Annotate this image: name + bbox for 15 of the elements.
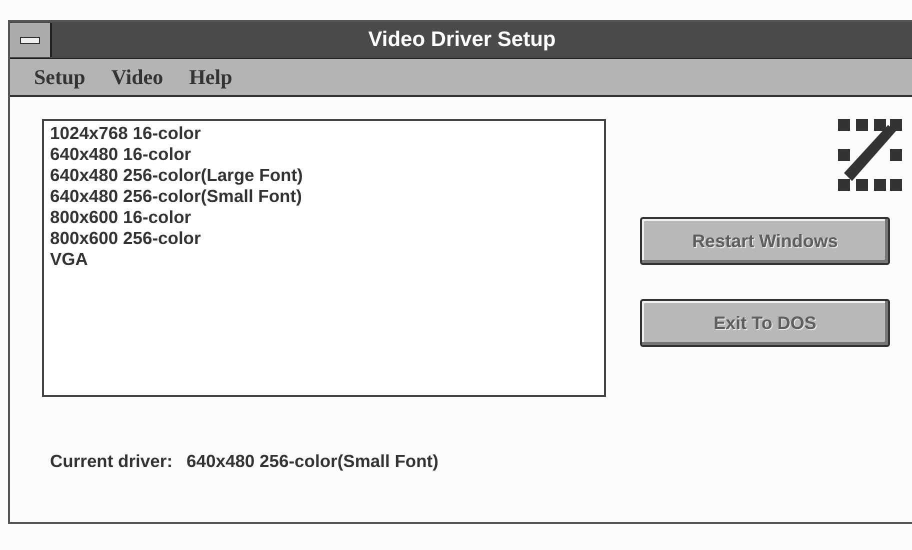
system-menu-button[interactable] bbox=[10, 23, 52, 57]
list-item[interactable]: 640x480 256-color(Small Font) bbox=[48, 186, 304, 207]
menu-item[interactable]: Video bbox=[111, 64, 164, 90]
window-title: Video Driver Setup bbox=[367, 28, 557, 52]
list-item[interactable]: 1024x768 16-color bbox=[48, 123, 203, 144]
current-driver-label: Current driver: bbox=[50, 451, 173, 472]
list-item[interactable]: VGA bbox=[48, 249, 90, 270]
current-driver-value: 640x480 256-color(Small Font) bbox=[186, 451, 438, 472]
logo-icon bbox=[838, 119, 902, 191]
list-item[interactable]: 640x480 256-color(Large Font) bbox=[48, 165, 305, 186]
list-item[interactable]: 640x480 16-color bbox=[48, 144, 194, 165]
list-item[interactable]: 800x600 256-color bbox=[48, 228, 203, 249]
menu-item[interactable]: Setup bbox=[34, 64, 86, 90]
menu-item[interactable]: Help bbox=[189, 64, 232, 90]
list-item[interactable]: 800x600 16-color bbox=[48, 207, 194, 228]
